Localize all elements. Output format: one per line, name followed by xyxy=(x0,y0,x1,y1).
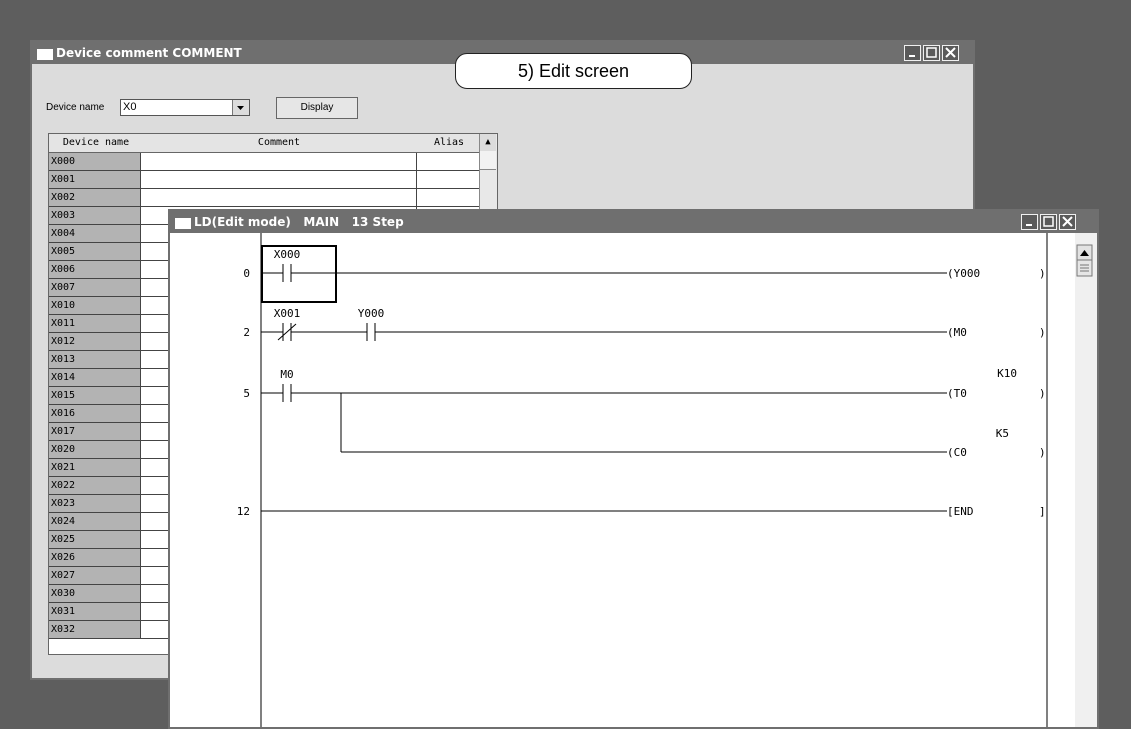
device-name-cell: X025 xyxy=(49,531,141,548)
device-name-cell: X011 xyxy=(49,315,141,332)
device-name-cell: X010 xyxy=(49,297,141,314)
contact-label: X001 xyxy=(274,307,301,320)
device-name-cell: X022 xyxy=(49,477,141,494)
close-icon[interactable] xyxy=(1059,214,1076,230)
coil-closer: ) xyxy=(1039,326,1046,339)
coil-c0[interactable]: (C0 xyxy=(947,446,967,459)
grid-header: Device name Comment Alias xyxy=(49,134,497,153)
minimize-icon[interactable] xyxy=(1021,214,1038,230)
device-name-value: X0 xyxy=(123,101,137,113)
coil-closer: ) xyxy=(1039,387,1046,400)
scroll-up-icon[interactable]: ▲ xyxy=(480,134,496,152)
scroll-thumb[interactable] xyxy=(480,151,496,170)
column-separator xyxy=(416,153,417,170)
table-row[interactable]: X001 xyxy=(49,171,481,189)
device-name-cell: X023 xyxy=(49,495,141,512)
device-name-cell: X004 xyxy=(49,225,141,242)
column-header-device-name[interactable]: Device name xyxy=(51,137,141,148)
column-separator xyxy=(416,171,417,188)
device-name-cell: X007 xyxy=(49,279,141,296)
contact-label: Y000 xyxy=(358,307,385,320)
display-button[interactable]: Display xyxy=(276,97,358,119)
device-name-cell: X026 xyxy=(49,549,141,566)
step-number: 12 xyxy=(237,505,250,518)
column-header-comment[interactable]: Comment xyxy=(142,137,416,148)
contact-label: M0 xyxy=(280,368,293,381)
coil-closer: ) xyxy=(1039,267,1046,280)
device-name-combobox[interactable]: X0 xyxy=(120,99,250,116)
maximize-icon[interactable] xyxy=(923,45,940,61)
step-number: 2 xyxy=(243,326,250,339)
minimize-icon[interactable] xyxy=(904,45,921,61)
window-icon xyxy=(175,218,191,229)
chevron-down-icon[interactable] xyxy=(232,100,249,115)
device-name-cell: X027 xyxy=(49,567,141,584)
coil-y000[interactable]: (Y000 xyxy=(947,267,980,280)
column-separator xyxy=(416,189,417,206)
device-name-cell: X017 xyxy=(49,423,141,440)
coil-closer: ) xyxy=(1039,446,1046,459)
device-name-cell: X015 xyxy=(49,387,141,404)
device-name-cell: X002 xyxy=(49,189,141,206)
column-header-alias[interactable]: Alias xyxy=(417,137,481,148)
window-icon xyxy=(37,49,53,60)
ladder-editor-window: LD(Edit mode) MAIN 13 Step 0 X000 (Y000 … xyxy=(168,209,1099,729)
edit-screen-callout: 5) Edit screen xyxy=(455,53,692,89)
device-name-cell: X013 xyxy=(49,351,141,368)
device-name-label: Device name xyxy=(46,102,105,113)
contact-label: X000 xyxy=(274,248,301,261)
close-icon[interactable] xyxy=(942,45,959,61)
device-name-cell: X032 xyxy=(49,621,141,638)
device-name-cell: X024 xyxy=(49,513,141,530)
contact-x000[interactable]: X000 xyxy=(274,248,301,282)
ladder-window-titlebar[interactable]: LD(Edit mode) MAIN 13 Step xyxy=(170,211,1097,233)
device-name-cell: X014 xyxy=(49,369,141,386)
device-name-cell: X020 xyxy=(49,441,141,458)
contact-m0[interactable]: M0 xyxy=(280,368,294,402)
comment-window-title: Device comment COMMENT xyxy=(56,46,242,60)
device-name-cell: X021 xyxy=(49,459,141,476)
end-instruction[interactable]: [END xyxy=(947,505,974,518)
device-name-cell: X001 xyxy=(49,171,141,188)
coil-t0[interactable]: (T0 xyxy=(947,387,967,400)
device-name-cell: X030 xyxy=(49,585,141,602)
constant-k5: K5 xyxy=(996,427,1009,440)
coil-closer: ] xyxy=(1039,505,1046,518)
ladder-vertical-scrollbar[interactable] xyxy=(1075,233,1097,727)
ladder-canvas[interactable]: 0 X000 (Y000 ) 2 X001 Y000 (M0) 5 M0 K1… xyxy=(170,233,1097,727)
constant-k10: K10 xyxy=(997,367,1017,380)
device-name-cell: X003 xyxy=(49,207,141,224)
device-name-cell: X012 xyxy=(49,333,141,350)
coil-m0[interactable]: (M0 xyxy=(947,326,967,339)
contact-y000[interactable]: Y000 xyxy=(358,307,385,341)
contact-x001-nc[interactable]: X001 xyxy=(274,307,301,341)
table-row[interactable]: X002 xyxy=(49,189,481,207)
device-name-cell: X031 xyxy=(49,603,141,620)
device-name-cell: X016 xyxy=(49,405,141,422)
ladder-window-title: LD(Edit mode) MAIN 13 Step xyxy=(194,215,404,229)
device-name-cell: X006 xyxy=(49,261,141,278)
device-name-cell: X005 xyxy=(49,243,141,260)
step-number: 0 xyxy=(243,267,250,280)
table-row[interactable]: X000 xyxy=(49,153,481,171)
step-number: 5 xyxy=(243,387,250,400)
device-name-cell: X000 xyxy=(49,153,141,170)
maximize-icon[interactable] xyxy=(1040,214,1057,230)
